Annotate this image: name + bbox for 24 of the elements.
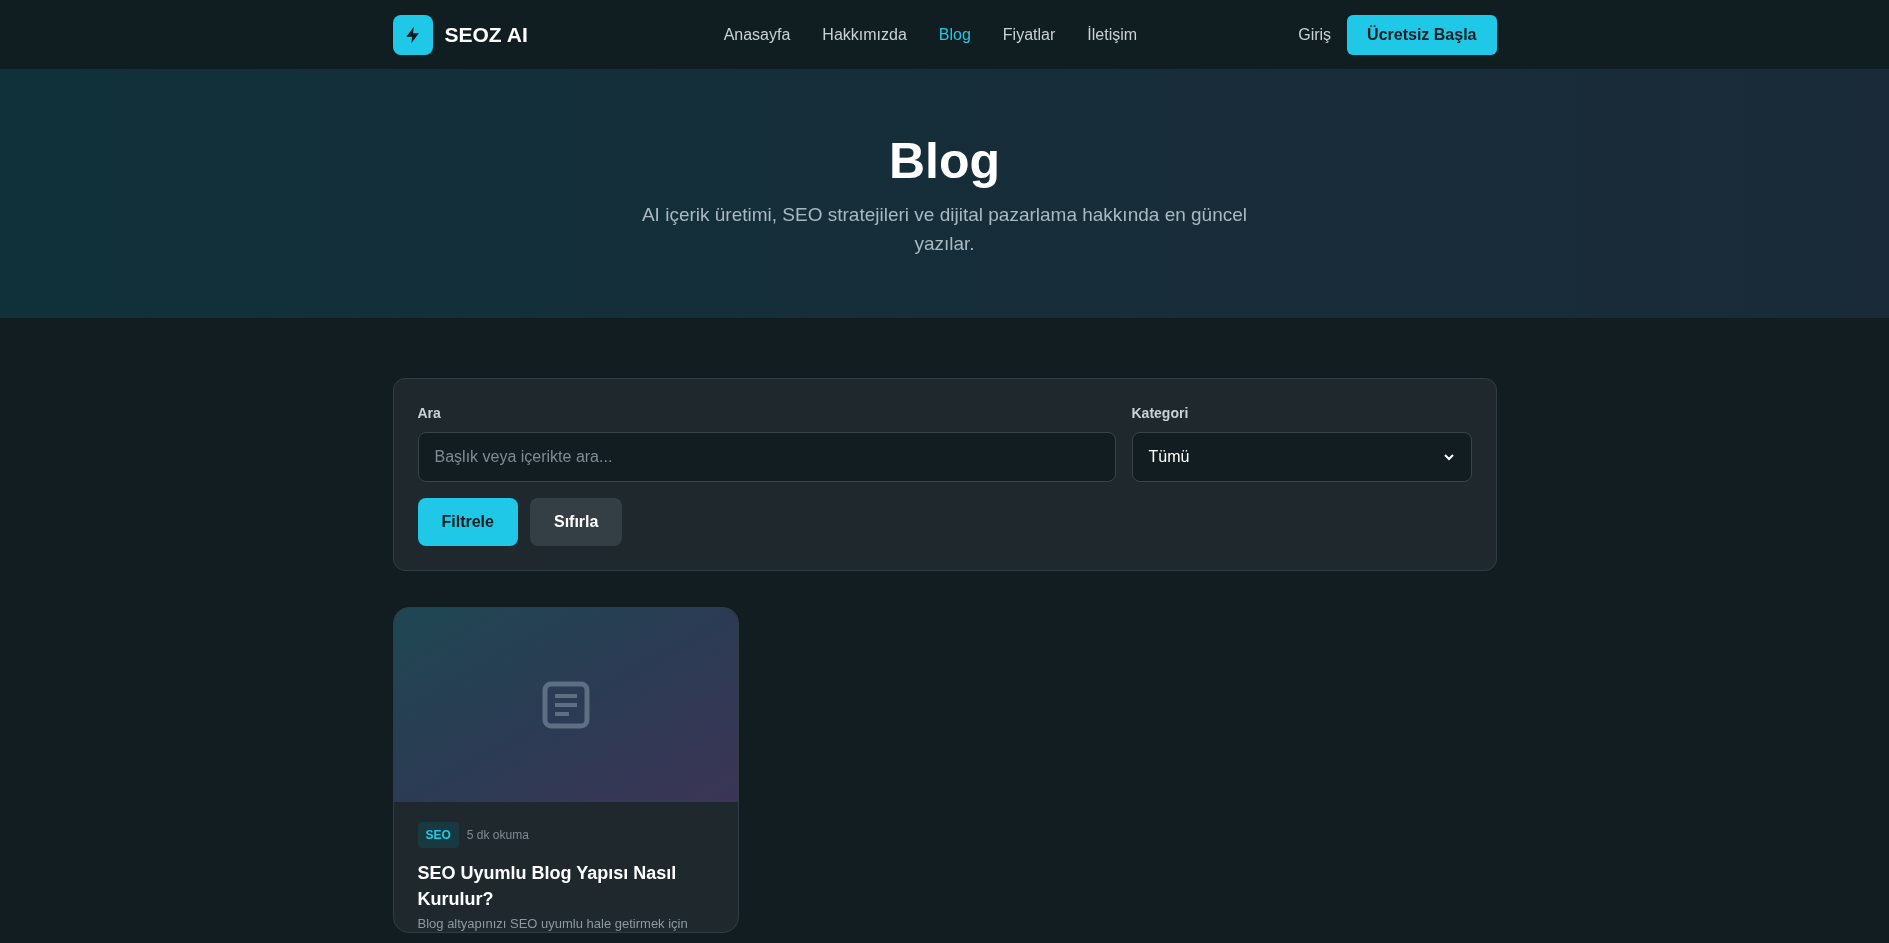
start-free-button[interactable]: Ücretsiz Başla (1347, 14, 1497, 55)
nav-link[interactable]: Hakkımızda (822, 22, 907, 47)
category-label: Kategori (1131, 404, 1190, 423)
search-field[interactable]: Başlık veya içerikte ara... (417, 432, 1116, 482)
chevron-down-icon (1442, 451, 1455, 463)
category-tag: SEO (417, 822, 459, 848)
login-link[interactable]: Giriş (1298, 22, 1332, 47)
nav-link[interactable]: Blog (938, 22, 971, 47)
page-subtitle: AI içerik üretimi, SEO stratejileri ve dijital pazarlama hakkında en güncel yazılar. (640, 203, 1249, 257)
post-excerpt: Blog altyapınızı SEO uyumlu hale getirmek için (417, 916, 689, 932)
page-title: Blog (888, 131, 1001, 191)
nav-link[interactable]: İletişim (1087, 22, 1138, 47)
category-select[interactable]: Tümü (1131, 432, 1472, 482)
nav-link[interactable]: Fiyatlar (1002, 22, 1056, 47)
nav-link[interactable]: Anasayfa (723, 22, 791, 47)
reset-button[interactable]: Sıfırla (529, 498, 623, 546)
search-label: Ara (417, 404, 442, 423)
blog-post-card[interactable]: SEO 5 dk okuma SEO Uyumlu Blog Yapısı Nasıl Kurulur? Blog altyapınızı SEO uyumlu hale getirmek için (392, 607, 739, 933)
post-title: SEO Uyumlu Blog Yapısı Nasıl Kurulur? (417, 862, 678, 911)
filter-button[interactable]: Filtrele (417, 498, 518, 546)
document-icon (541, 681, 590, 729)
read-time: 5 dk okuma (466, 827, 529, 844)
brand-name: SEOZ AI (444, 21, 528, 48)
lightning-logo-icon (392, 14, 433, 55)
